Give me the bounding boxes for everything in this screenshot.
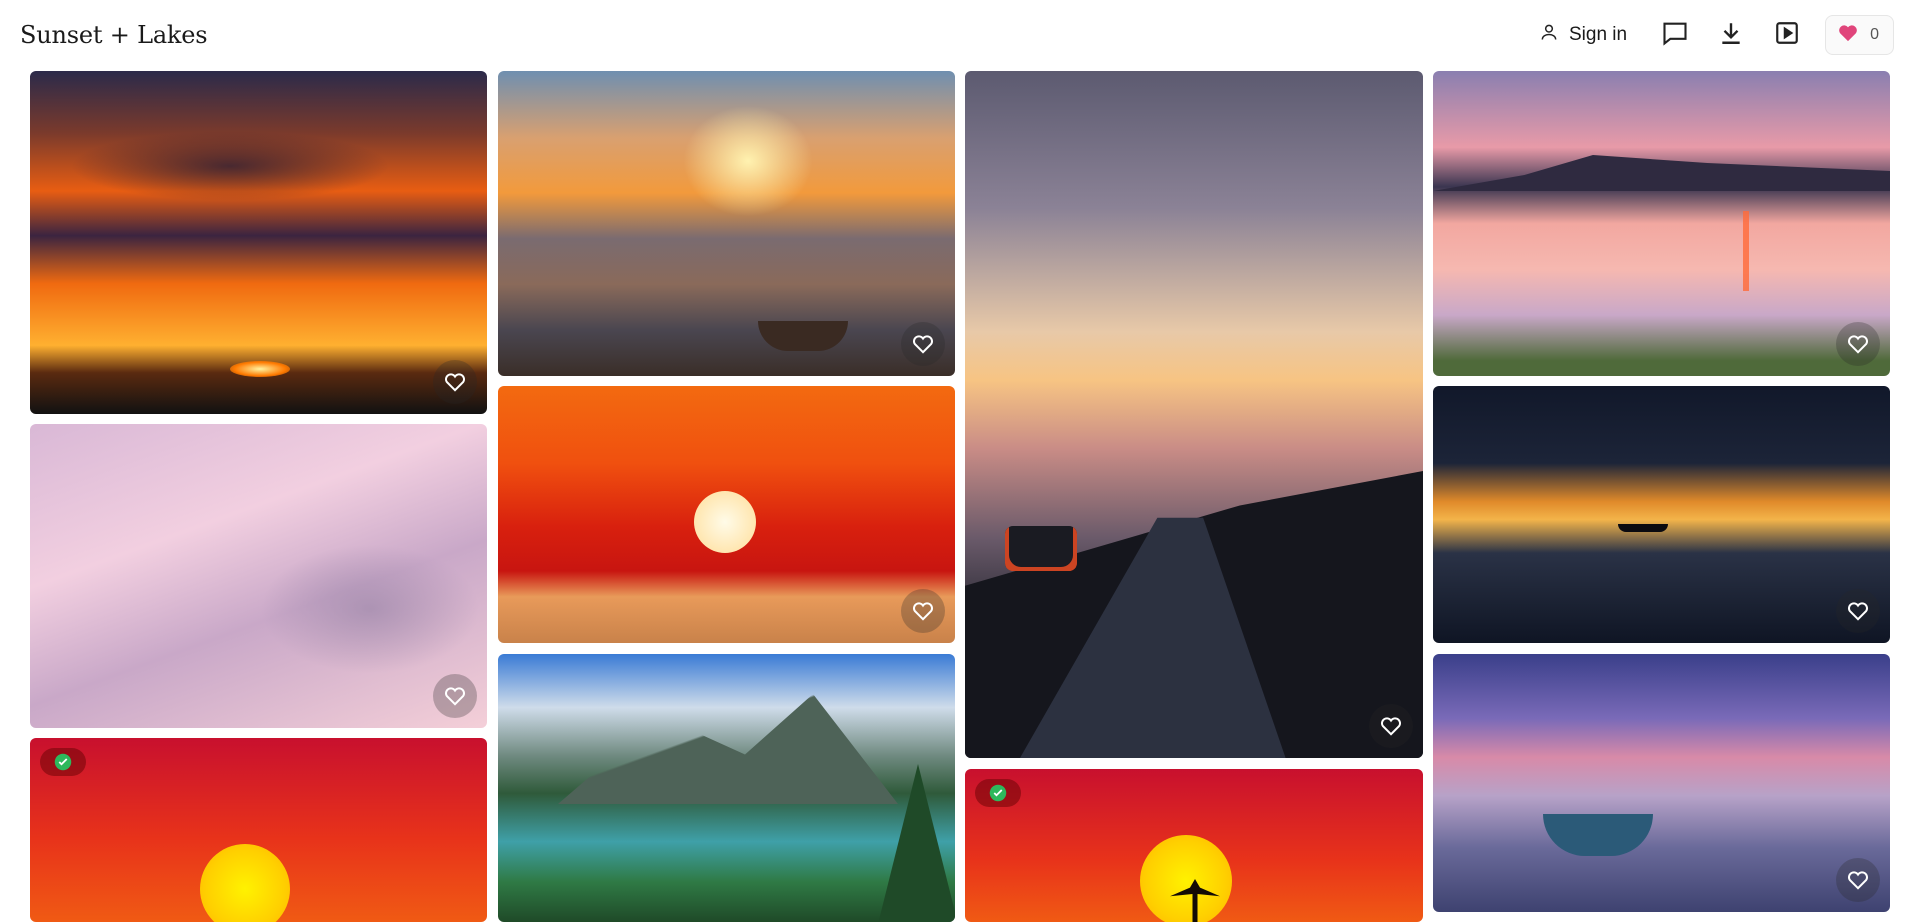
photo-image bbox=[1433, 71, 1890, 376]
favorite-button[interactable] bbox=[1369, 704, 1413, 748]
photo-card[interactable] bbox=[498, 654, 955, 922]
heart-outline-icon bbox=[1848, 871, 1868, 890]
user-icon bbox=[1539, 22, 1559, 48]
heart-icon bbox=[1838, 24, 1858, 47]
heart-outline-icon bbox=[1381, 717, 1401, 736]
photo-image bbox=[1433, 654, 1890, 912]
photo-card[interactable] bbox=[965, 71, 1423, 758]
photo-card[interactable] bbox=[498, 386, 955, 643]
photo-card[interactable] bbox=[30, 424, 487, 728]
heart-outline-icon bbox=[445, 687, 465, 706]
photo-card[interactable] bbox=[1433, 386, 1890, 643]
heart-outline-icon bbox=[913, 602, 933, 621]
favorite-button[interactable] bbox=[1836, 858, 1880, 902]
favorite-button[interactable] bbox=[901, 322, 945, 366]
slideshow-icon bbox=[1774, 20, 1800, 51]
photo-card[interactable] bbox=[498, 71, 955, 376]
check-icon bbox=[54, 753, 72, 771]
header: Sunset + Lakes Sign in 0 bbox=[0, 0, 1920, 70]
likes-count: 0 bbox=[1870, 26, 1879, 43]
comment-button[interactable] bbox=[1657, 17, 1693, 53]
photo-card[interactable] bbox=[965, 769, 1423, 922]
download-icon bbox=[1718, 20, 1744, 51]
page-title: Sunset + Lakes bbox=[20, 21, 208, 49]
heart-outline-icon bbox=[1848, 335, 1868, 354]
selected-badge bbox=[40, 748, 86, 776]
download-button[interactable] bbox=[1713, 17, 1749, 53]
photo-card[interactable] bbox=[30, 71, 487, 414]
sun-shape bbox=[1140, 835, 1232, 922]
selected-badge bbox=[975, 779, 1021, 807]
photo-card[interactable] bbox=[1433, 654, 1890, 912]
favorite-button[interactable] bbox=[1836, 589, 1880, 633]
heart-outline-icon bbox=[445, 373, 465, 392]
sun-shape bbox=[694, 491, 756, 553]
photo-image bbox=[1433, 386, 1890, 643]
likes-button[interactable]: 0 bbox=[1825, 15, 1894, 55]
heart-outline-icon bbox=[913, 335, 933, 354]
cloud-shape bbox=[260, 544, 480, 674]
favorite-button[interactable] bbox=[1836, 322, 1880, 366]
cloud-shape bbox=[70, 131, 390, 201]
car-shape bbox=[1005, 526, 1077, 571]
favorite-button[interactable] bbox=[433, 360, 477, 404]
header-actions: Sign in 0 bbox=[1539, 15, 1900, 55]
photo-card[interactable] bbox=[1433, 71, 1890, 376]
sun-glow bbox=[678, 101, 818, 221]
comment-icon bbox=[1661, 19, 1689, 52]
sign-in-label: Sign in bbox=[1568, 24, 1628, 45]
reflection-line bbox=[1743, 211, 1749, 291]
slideshow-button[interactable] bbox=[1769, 17, 1805, 53]
favorite-button[interactable] bbox=[901, 589, 945, 633]
sun-shape bbox=[230, 361, 290, 377]
favorite-button[interactable] bbox=[433, 674, 477, 718]
boat-shape bbox=[1618, 524, 1668, 532]
check-icon bbox=[989, 784, 1007, 802]
sign-in-button[interactable]: Sign in bbox=[1539, 22, 1627, 48]
heart-outline-icon bbox=[1848, 602, 1868, 621]
photo-card[interactable] bbox=[30, 738, 487, 922]
